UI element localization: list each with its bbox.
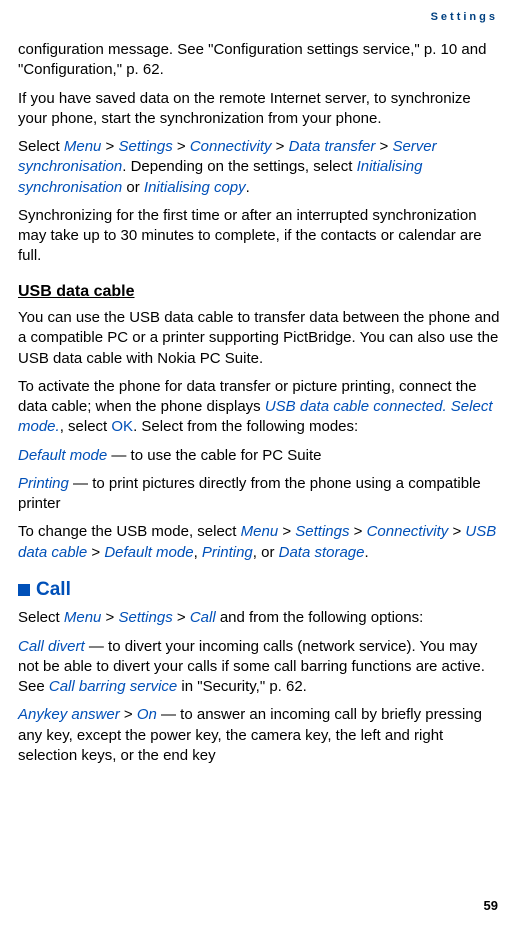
ui-default-mode: Default mode [104,544,193,561]
separator: > [448,523,465,540]
ui-call-barring-link: Call barring service [49,678,177,695]
text: or [122,179,144,196]
ui-init-copy: Initialising copy [144,179,246,196]
ui-printing: Printing [18,475,69,492]
call-title-text: Call [36,579,71,600]
text: . Select from the following modes: [133,418,358,435]
square-bullet-icon [18,584,30,596]
paragraph-change-usb-mode: To change the USB mode, select Menu > Se… [18,522,500,563]
ui-call-divert: Call divert [18,638,85,655]
separator: > [101,138,118,155]
separator: > [272,138,289,155]
text: — to use the cable for PC Suite [107,447,321,464]
separator: > [173,138,190,155]
text: To change the USB mode, select [18,523,241,540]
separator: > [173,609,190,626]
heading-call: Call [18,577,500,603]
ui-anykey-answer: Anykey answer [18,706,120,723]
paragraph-anykey-answer: Anykey answer > On — to answer an incomi… [18,705,500,766]
paragraph-call-select: Select Menu > Settings > Call and from t… [18,608,500,628]
paragraph-sync-time: Synchronizing for the first time or afte… [18,206,500,267]
ui-connectivity: Connectivity [190,138,272,155]
ui-on: On [137,706,157,723]
separator: > [278,523,295,540]
paragraph-default-mode: Default mode — to use the cable for PC S… [18,446,500,466]
paragraph-select-path: Select Menu > Settings > Connectivity > … [18,137,500,198]
text: — to print pictures directly from the ph… [18,475,481,512]
paragraph-printing-mode: Printing — to print pictures directly fr… [18,474,500,515]
ui-settings: Settings [295,523,349,540]
paragraph-usb-activate: To activate the phone for data transfer … [18,377,500,438]
text: in "Security," p. 62. [177,678,307,695]
ui-default-mode: Default mode [18,447,107,464]
text: Select [18,138,64,155]
paragraph-call-divert: Call divert — to divert your incoming ca… [18,637,500,698]
text: . Depending on the settings, select [122,158,356,175]
text: . [365,544,369,561]
separator: > [375,138,392,155]
ui-menu: Menu [64,138,102,155]
page-content: configuration message. See "Configuratio… [18,40,500,766]
ui-data-transfer: Data transfer [289,138,376,155]
separator: > [120,706,137,723]
ui-menu: Menu [241,523,279,540]
separator: > [349,523,366,540]
text: . [246,179,250,196]
text: Select [18,609,64,626]
separator: > [87,544,104,561]
header-section-label: Settings [431,10,498,25]
ui-printing: Printing [202,544,253,561]
separator: > [101,609,118,626]
paragraph-saved-data: If you have saved data on the remote Int… [18,89,500,130]
ui-ok: OK [111,418,133,435]
heading-usb-data-cable: USB data cable [18,281,500,303]
text: , or [253,544,279,561]
ui-call: Call [190,609,216,626]
paragraph-config-message: configuration message. See "Configuratio… [18,40,500,81]
text: , select [60,418,112,435]
ui-menu: Menu [64,609,102,626]
ui-connectivity: Connectivity [367,523,449,540]
text: , [194,544,202,561]
paragraph-usb-intro: You can use the USB data cable to transf… [18,308,500,369]
page-number: 59 [484,897,498,915]
ui-settings: Settings [119,138,173,155]
ui-data-storage: Data storage [279,544,365,561]
ui-settings: Settings [119,609,173,626]
text: and from the following options: [216,609,424,626]
